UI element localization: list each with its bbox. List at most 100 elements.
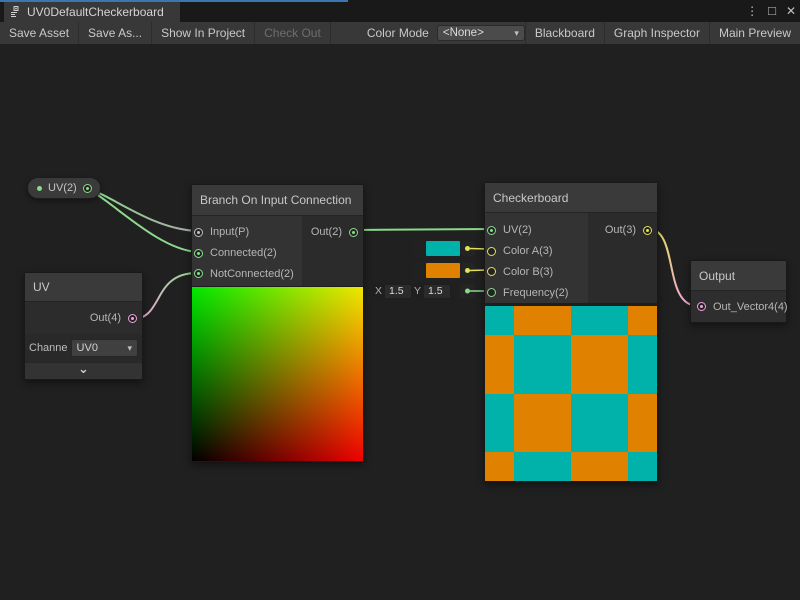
blackboard-toggle-button[interactable]: Blackboard — [525, 22, 604, 44]
checker-cell — [571, 394, 628, 452]
colora-swatch[interactable] — [426, 241, 460, 256]
port-uv-property-out[interactable] — [83, 184, 92, 193]
checker-cell — [514, 452, 571, 481]
node-branch-on-input-connection[interactable]: Branch On Input Connection Input(P) Conn… — [191, 184, 364, 462]
checkerboard-node-title: Checkerboard — [485, 183, 657, 213]
check-out-button: Check Out — [255, 22, 331, 44]
port-checkerboard-colora[interactable] — [487, 247, 496, 256]
port-label-checker-uv: UV(2) — [503, 224, 532, 236]
graph-inspector-toggle-button[interactable]: Graph Inspector — [604, 22, 709, 44]
checker-cell — [628, 335, 657, 393]
port-label-output-vector4: Out_Vector4(4) — [713, 301, 788, 313]
checker-cell — [514, 394, 571, 452]
checker-cell — [571, 452, 628, 481]
save-asset-button[interactable]: Save Asset — [0, 22, 79, 44]
checker-cell — [485, 452, 514, 481]
checker-cell — [628, 306, 657, 335]
graph-toolbar: Save Asset Save As... Show In Project Ch… — [0, 22, 800, 44]
port-row-checker-out: Out(3) — [588, 220, 657, 241]
port-row-notconnected: NotConnected(2) — [192, 264, 302, 285]
port-label-checker-out: Out(3) — [605, 224, 636, 236]
port-label-input: Input(P) — [210, 226, 249, 238]
node-uv-property[interactable]: UV(2) — [27, 177, 101, 199]
uv-property-label: UV(2) — [48, 182, 77, 194]
port-row-connected: Connected(2) — [192, 243, 302, 264]
port-output-vector4[interactable] — [697, 302, 706, 311]
checker-cell — [485, 306, 514, 335]
tab-title: UV0DefaultCheckerboard — [27, 5, 164, 19]
port-checkerboard-uv[interactable] — [487, 226, 496, 235]
colora-swatch-field[interactable] — [414, 239, 462, 258]
save-as-button[interactable]: Save As... — [79, 22, 152, 44]
show-in-project-button[interactable]: Show In Project — [152, 22, 255, 44]
port-row-output: Out_Vector4(4) — [691, 291, 786, 322]
port-label-branch-out: Out(2) — [311, 226, 342, 238]
dropdown-arrow-icon: ▾ — [514, 28, 519, 39]
node-checkerboard[interactable]: Checkerboard UV(2) Color A(3) Color B(3) — [484, 182, 658, 482]
frequency-y-input[interactable]: 1.5 — [424, 285, 450, 298]
shader-graph-icon — [10, 6, 22, 18]
channel-dropdown[interactable]: UV0 ▾ — [71, 339, 138, 357]
checker-cell — [514, 335, 571, 393]
port-row-uv-out: Out(4) — [25, 302, 142, 334]
frequency-x-label: X — [375, 285, 382, 297]
checker-cell — [571, 335, 628, 393]
port-checkerboard-colorb[interactable] — [487, 267, 496, 276]
frequency-vector2-field: X 1.5 Y 1.5 — [371, 283, 454, 299]
port-row-branch-out: Out(2) — [302, 222, 363, 243]
shader-graph-window: UV0DefaultCheckerboard ⋮ □ ✕ Save Asset … — [0, 0, 800, 600]
toolbar-spacer — [331, 22, 359, 44]
checker-cell — [485, 394, 514, 452]
exposed-property-dot-icon — [37, 186, 42, 191]
checker-cell — [628, 394, 657, 452]
chevron-down-icon: ⌄ — [78, 364, 89, 374]
node-output[interactable]: Output Out_Vector4(4) — [690, 260, 787, 323]
channel-value: UV0 — [77, 342, 98, 354]
window-maximize-icon[interactable]: □ — [768, 5, 776, 17]
uv-preview — [192, 286, 363, 461]
node-uv[interactable]: UV Out(4) Channe UV0 ▾ ⌄ — [24, 272, 143, 380]
tab-bar: UV0DefaultCheckerboard ⋮ □ ✕ — [0, 0, 800, 22]
port-branch-input[interactable] — [194, 228, 203, 237]
port-branch-connected[interactable] — [194, 249, 203, 258]
frequency-y-label: Y — [414, 285, 421, 297]
port-label-colorb: Color B(3) — [503, 266, 553, 278]
checkerboard-preview — [485, 306, 657, 481]
color-mode-dropdown[interactable]: <None> ▾ — [437, 25, 525, 41]
port-row-colorb: Color B(3) — [485, 262, 588, 283]
colorb-swatch[interactable] — [426, 263, 460, 278]
port-branch-notconnected[interactable] — [194, 269, 203, 278]
window-menu-icon[interactable]: ⋮ — [746, 5, 758, 17]
port-uv-out[interactable] — [128, 314, 137, 323]
checker-cell — [628, 452, 657, 481]
uv-node-title: UV — [25, 273, 142, 302]
port-row-checker-uv: UV(2) — [485, 220, 588, 241]
port-branch-out[interactable] — [349, 228, 358, 237]
port-label-uv-out: Out(4) — [90, 312, 121, 324]
channel-row: Channe UV0 ▾ — [25, 334, 142, 362]
port-label-colora: Color A(3) — [503, 245, 553, 257]
frequency-x-input[interactable]: 1.5 — [385, 285, 411, 298]
port-label-connected: Connected(2) — [210, 247, 277, 259]
channel-label: Channe — [29, 342, 68, 354]
port-row-input: Input(P) — [192, 222, 302, 243]
color-mode-label: Color Mode — [359, 22, 437, 44]
port-checkerboard-out[interactable] — [643, 226, 652, 235]
collapse-row[interactable]: ⌄ — [25, 362, 142, 379]
port-label-frequency: Frequency(2) — [503, 287, 568, 299]
tab-uv0defaultcheckerboard[interactable]: UV0DefaultCheckerboard — [4, 2, 180, 22]
port-row-frequency: Frequency(2) — [485, 282, 588, 303]
port-checkerboard-frequency[interactable] — [487, 288, 496, 297]
branch-node-title: Branch On Input Connection — [192, 185, 363, 216]
checker-cell — [514, 306, 571, 335]
colorb-swatch-field[interactable] — [414, 261, 462, 280]
checker-cell — [485, 335, 514, 393]
port-row-colora: Color A(3) — [485, 241, 588, 262]
port-label-notconnected: NotConnected(2) — [210, 268, 294, 280]
checker-cell — [571, 306, 628, 335]
window-close-icon[interactable]: ✕ — [786, 5, 796, 17]
channel-dropdown-arrow-icon: ▾ — [127, 343, 132, 354]
color-mode-value: <None> — [443, 27, 484, 39]
output-node-title: Output — [691, 261, 786, 291]
main-preview-toggle-button[interactable]: Main Preview — [709, 22, 800, 44]
